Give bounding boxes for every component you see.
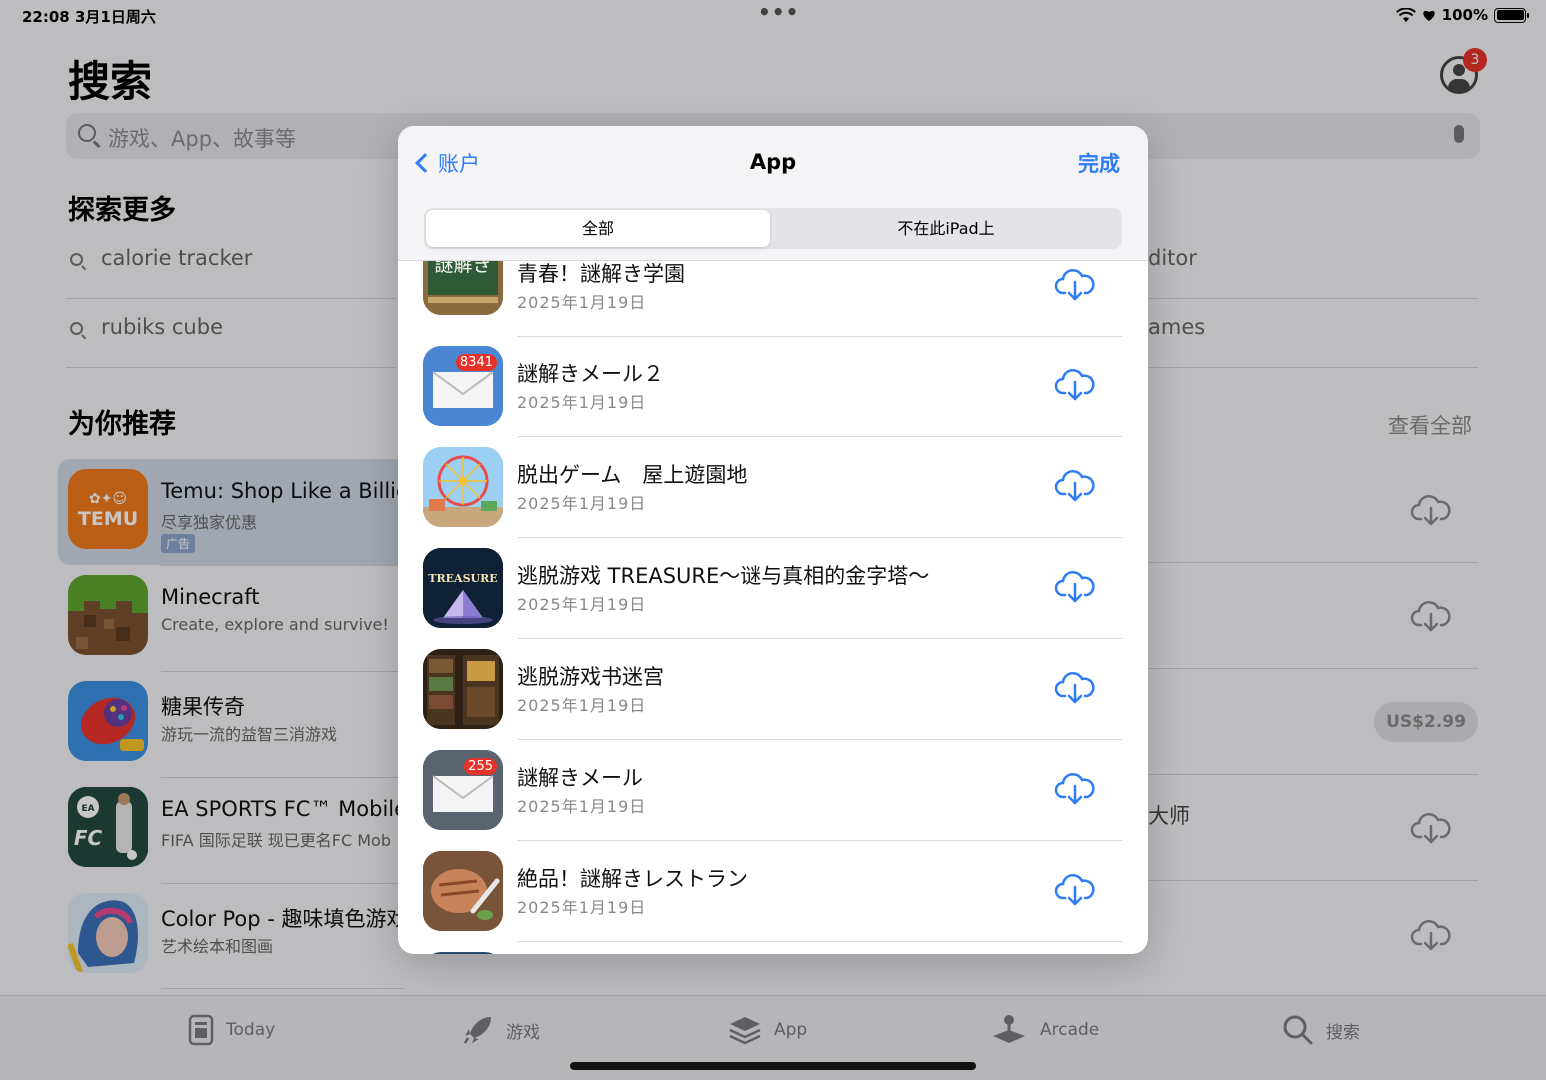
done-button[interactable]: 完成 [1078, 148, 1120, 178]
app-icon-badge: 255 [464, 758, 497, 775]
cloud-download-icon[interactable] [1054, 669, 1096, 705]
cloud-download-icon[interactable] [1054, 266, 1096, 302]
segment-all[interactable]: 全部 [426, 210, 770, 247]
ferris-wheel-app-icon [423, 447, 503, 527]
purchased-app-row[interactable]: 脱出ゲーム 屋上遊園地 2025年1月19日 [398, 437, 1148, 538]
sheet-header: 账户 App 完成 全部 不在此iPad上 [398, 126, 1148, 261]
library-app-icon [423, 649, 503, 729]
steak-app-icon [423, 851, 503, 931]
purchased-app-row[interactable]: 逃脱游戏书迷宫 2025年1月19日 [398, 639, 1148, 740]
svg-text:TREASURE: TREASURE [428, 572, 497, 585]
cloud-download-icon[interactable] [1054, 770, 1096, 806]
purchased-app-row[interactable]: 8341 謎解きメール２ 2025年1月19日 [398, 336, 1148, 437]
purchased-app-row[interactable]: TREASURE 逃脱游戏 TREASURE～谜与真相的金字塔～ 2025年1月… [398, 538, 1148, 639]
segmented-control: 全部 不在此iPad上 [424, 208, 1122, 249]
cloud-download-icon[interactable] [1054, 366, 1096, 402]
purchased-apps-sheet: 謎解き 青春！謎解き学園 2025年1月19日 8341 謎解きメール２ 202… [398, 126, 1148, 954]
cloud-download-icon[interactable] [1054, 871, 1096, 907]
mail-app-icon: 8341 [423, 346, 503, 426]
purchased-app-row-partial[interactable] [398, 942, 1148, 954]
app-icon [423, 952, 503, 954]
mail-app-icon: 255 [423, 750, 503, 830]
sheet-title: App [749, 150, 797, 174]
cloud-download-icon[interactable] [1054, 568, 1096, 604]
purchased-app-row[interactable]: 255 謎解きメール 2025年1月19日 [398, 740, 1148, 841]
cloud-download-icon[interactable] [1054, 467, 1096, 503]
purchased-app-row[interactable]: 絶品！謎解きレストラン 2025年1月19日 [398, 841, 1148, 942]
app-icon-badge: 8341 [455, 354, 497, 371]
segment-not-on-ipad[interactable]: 不在此iPad上 [774, 210, 1118, 247]
home-indicator[interactable] [570, 1062, 976, 1070]
treasure-pyramid-app-icon: TREASURE [423, 548, 503, 628]
